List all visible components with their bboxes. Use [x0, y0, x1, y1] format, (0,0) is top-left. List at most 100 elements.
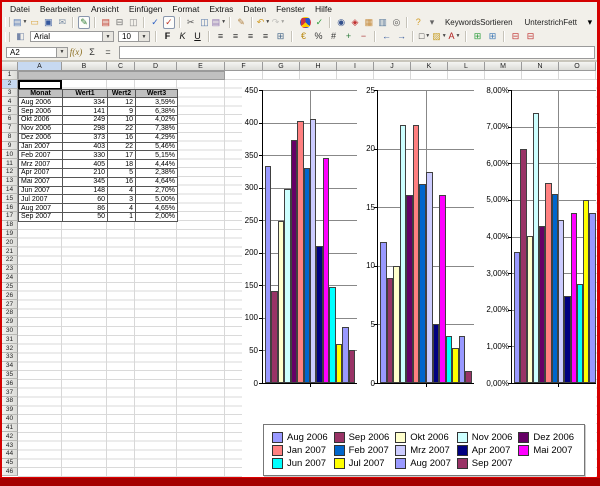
row-header-40[interactable]: 40 [2, 415, 18, 424]
row-header-5[interactable]: 5 [2, 106, 18, 115]
italic-button[interactable]: K [176, 30, 189, 43]
row-header-7[interactable]: 7 [2, 124, 18, 133]
menu-item-datei[interactable]: Datei [6, 4, 34, 14]
row-header-46[interactable]: 46 [2, 468, 18, 477]
chevron-down-icon[interactable]: ▼ [265, 20, 270, 25]
table-cell[interactable]: Aug 2006 [19, 98, 63, 107]
row-header-28[interactable]: 28 [2, 309, 18, 318]
legend-item-aug-2006[interactable]: Aug 2006 [272, 432, 334, 443]
table-cell[interactable]: 4 [108, 187, 136, 196]
row-header-2[interactable]: 2 [2, 80, 18, 89]
toolbar-options-icon[interactable]: ▾ [584, 16, 596, 29]
table-cell[interactable]: Sep 2006 [19, 107, 63, 116]
menu-item-hilfe[interactable]: Hilfe [311, 4, 336, 14]
row-header-35[interactable]: 35 [2, 371, 18, 380]
insert-chart-icon[interactable] [300, 17, 310, 28]
background-color-icon[interactable]: ▨▼ [433, 30, 446, 43]
table-cell[interactable]: 86 [63, 204, 108, 213]
email-icon[interactable]: ✉ [56, 16, 68, 29]
table-cell[interactable]: 7,38% [136, 125, 178, 134]
page-preview-icon[interactable]: ◫ [127, 16, 139, 29]
row-header-23[interactable]: 23 [2, 265, 18, 274]
align-left-icon[interactable]: ≡ [214, 30, 227, 43]
edit-file-icon[interactable]: ✎ [78, 16, 90, 29]
menu-item-extras[interactable]: Extras [205, 4, 237, 14]
table-cell[interactable]: 2,70% [136, 187, 178, 196]
table-cell[interactable]: Aug 2007 [19, 204, 63, 213]
name-box[interactable]: A2 ▼ [6, 47, 68, 58]
chart-object-region[interactable]: Aug 2006Sep 2006Okt 2006Nov 2006Dez 2006… [242, 80, 596, 477]
row-header-32[interactable]: 32 [2, 344, 18, 353]
row-header-1[interactable]: 1 [2, 71, 18, 80]
table-cell[interactable]: 4,02% [136, 116, 178, 125]
chevron-down-icon[interactable]: ▼ [56, 48, 67, 57]
table-cell[interactable]: Nov 2006 [19, 125, 63, 134]
table-cell[interactable]: 22 [108, 143, 136, 152]
row-header-16[interactable]: 16 [2, 203, 18, 212]
table-cell[interactable]: 4,65% [136, 204, 178, 213]
formula-input[interactable] [119, 46, 595, 59]
row-header-45[interactable]: 45 [2, 459, 18, 468]
row-header-19[interactable]: 19 [2, 230, 18, 239]
increase-indent-icon[interactable]: → [395, 30, 408, 43]
table-cell[interactable]: 18 [108, 160, 136, 169]
table-cell[interactable]: 148 [63, 187, 108, 196]
table-cell[interactable]: 6,38% [136, 107, 178, 116]
row-header-13[interactable]: 13 [2, 177, 18, 186]
column-header-g[interactable]: G [263, 62, 300, 71]
table-cell[interactable]: Mrz 2007 [19, 160, 63, 169]
row-header-11[interactable]: 11 [2, 159, 18, 168]
menu-item-ansicht[interactable]: Ansicht [87, 4, 123, 14]
align-justify-icon[interactable]: ≡ [259, 30, 272, 43]
legend-item-sep-2007[interactable]: Sep 2007 [457, 458, 519, 469]
row-header-41[interactable]: 41 [2, 424, 18, 433]
column-header-j[interactable]: J [374, 62, 411, 71]
row-header-26[interactable]: 26 [2, 291, 18, 300]
table-cell[interactable]: 334 [63, 98, 108, 107]
table-header-cell[interactable]: Monat [19, 90, 63, 99]
table-cell[interactable]: Apr 2007 [19, 169, 63, 178]
chart-wert3[interactable]: 8,00%7,00%6,00%5,00%4,00%3,00%2,00%1,00%… [242, 80, 596, 477]
column-header-d[interactable]: D [135, 62, 177, 71]
menu-item-format[interactable]: Format [168, 4, 203, 14]
legend-item-mrz-2007[interactable]: Mrz 2007 [395, 445, 457, 456]
currency-format-icon[interactable]: € [297, 30, 310, 43]
table-cell[interactable]: 2,00% [136, 213, 178, 222]
row-header-9[interactable]: 9 [2, 142, 18, 151]
chevron-down-icon[interactable]: ▼ [442, 34, 447, 39]
spellcheck-icon[interactable]: ✓ [149, 16, 161, 29]
export-pdf-icon[interactable]: ▤ [100, 16, 112, 29]
navigator-icon[interactable]: ◈ [349, 16, 361, 29]
row-header-14[interactable]: 14 [2, 186, 18, 195]
table-cell[interactable]: 5 [108, 169, 136, 178]
delete-columns-icon[interactable]: ⊟ [524, 30, 537, 43]
delete-decimal-icon[interactable]: − [357, 30, 370, 43]
insert-rows-icon[interactable]: ⊞ [471, 30, 484, 43]
column-header-n[interactable]: N [522, 62, 559, 71]
row-header-3[interactable]: 3 [2, 89, 18, 98]
row-header-18[interactable]: 18 [2, 221, 18, 230]
table-cell[interactable]: 330 [63, 151, 108, 160]
table-cell[interactable]: 5,46% [136, 143, 178, 152]
chevron-down-icon[interactable]: ▼ [221, 20, 226, 25]
menu-item-bearbeiten[interactable]: Bearbeiten [36, 4, 85, 14]
decrease-indent-icon[interactable]: ← [380, 30, 393, 43]
table-cell[interactable]: Jul 2007 [19, 195, 63, 204]
table-cell[interactable]: 2,38% [136, 169, 178, 178]
row-header-6[interactable]: 6 [2, 115, 18, 124]
table-cell[interactable]: 4,44% [136, 160, 178, 169]
table-cell[interactable]: 1 [108, 213, 136, 222]
chevron-down-icon[interactable]: ▼ [138, 32, 149, 41]
table-cell[interactable]: 10 [108, 116, 136, 125]
select-all-corner[interactable] [2, 62, 18, 71]
legend-item-aug-2007[interactable]: Aug 2007 [395, 458, 457, 469]
table-cell[interactable]: 4 [108, 204, 136, 213]
equals-icon[interactable]: = [101, 46, 115, 58]
table-header-cell[interactable]: Wert1 [63, 90, 108, 99]
column-header-h[interactable]: H [300, 62, 337, 71]
table-cell[interactable]: 9 [108, 107, 136, 116]
zoom-icon[interactable]: ◎ [391, 16, 403, 29]
font-size-combo[interactable]: 10 ▼ [118, 31, 150, 42]
row-header-38[interactable]: 38 [2, 397, 18, 406]
table-cell[interactable]: Feb 2007 [19, 151, 63, 160]
